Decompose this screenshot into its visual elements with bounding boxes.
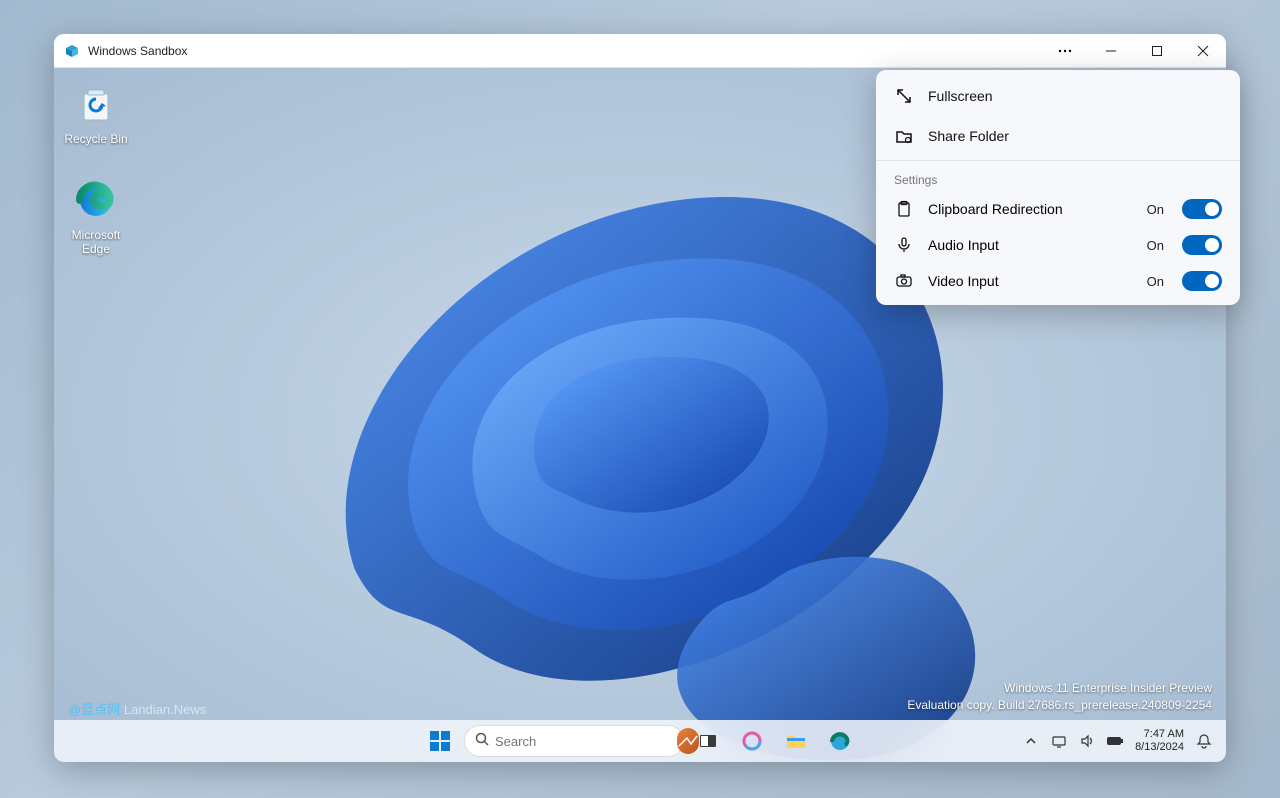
share-folder-item[interactable]: Share Folder [876,116,1240,156]
setting-audio: Audio Input On [876,227,1240,263]
flyout-divider [876,160,1240,161]
setting-state: On [1147,238,1164,253]
sandbox-icon [64,43,80,59]
setting-state: On [1147,274,1164,289]
taskbar-clock[interactable]: 7:47 AM 8/13/2024 [1133,728,1186,754]
watermark-line1: Windows 11 Enterprise Insider Preview [907,680,1212,697]
tray-network-icon[interactable] [1049,731,1069,751]
setting-video: Video Input On [876,263,1240,299]
start-button[interactable] [420,721,460,761]
edge-icon [72,176,120,224]
tray-chevron-icon[interactable] [1021,731,1041,751]
audio-toggle[interactable] [1182,235,1222,255]
setting-label: Audio Input [928,237,1133,253]
desktop-icon-label: Recycle Bin [58,132,134,146]
flyout-item-label: Fullscreen [928,88,993,104]
task-view-button[interactable] [688,721,728,761]
clock-date: 8/13/2024 [1135,741,1184,754]
search-input[interactable] [495,734,671,749]
desktop-icon-recycle-bin[interactable]: Recycle Bin [58,80,134,146]
taskbar-search[interactable] [464,725,684,757]
settings-header: Settings [876,165,1240,191]
microphone-icon [894,235,914,255]
watermark-line2: Evaluation copy. Build 27686.rs_prerelea… [907,697,1212,714]
file-explorer-button[interactable] [776,721,816,761]
edge-button[interactable] [820,721,860,761]
recycle-bin-icon [72,80,120,128]
setting-clipboard: Clipboard Redirection On [876,191,1240,227]
setting-label: Clipboard Redirection [928,201,1133,217]
camera-icon [894,271,914,291]
maximize-button[interactable] [1134,34,1180,68]
setting-label: Video Input [928,273,1133,289]
tray-battery-icon[interactable] [1105,731,1125,751]
folder-share-icon [894,126,914,146]
desktop-icon-edge[interactable]: Microsoft Edge [58,176,134,256]
more-flyout: Fullscreen Share Folder Settings Clipboa… [876,70,1240,305]
titlebar: Windows Sandbox [54,34,1226,68]
fullscreen-item[interactable]: Fullscreen [876,76,1240,116]
flyout-item-label: Share Folder [928,128,1009,144]
window-title: Windows Sandbox [88,44,187,58]
clock-time: 7:47 AM [1135,728,1184,741]
setting-state: On [1147,202,1164,217]
tray-notifications-icon[interactable] [1194,731,1214,751]
watermark: Windows 11 Enterprise Insider Preview Ev… [907,680,1212,714]
more-button[interactable] [1042,34,1088,68]
video-toggle[interactable] [1182,271,1222,291]
minimize-button[interactable] [1088,34,1134,68]
close-button[interactable] [1180,34,1226,68]
search-icon [475,732,489,751]
taskbar: 7:47 AM 8/13/2024 [54,720,1226,762]
copilot-button[interactable] [732,721,772,761]
fullscreen-icon [894,86,914,106]
desktop-icon-label: Microsoft Edge [58,228,134,256]
clipboard-icon [894,199,914,219]
clipboard-toggle[interactable] [1182,199,1222,219]
tray-volume-icon[interactable] [1077,731,1097,751]
credit: @蓝点网 Landian.News [68,699,206,718]
